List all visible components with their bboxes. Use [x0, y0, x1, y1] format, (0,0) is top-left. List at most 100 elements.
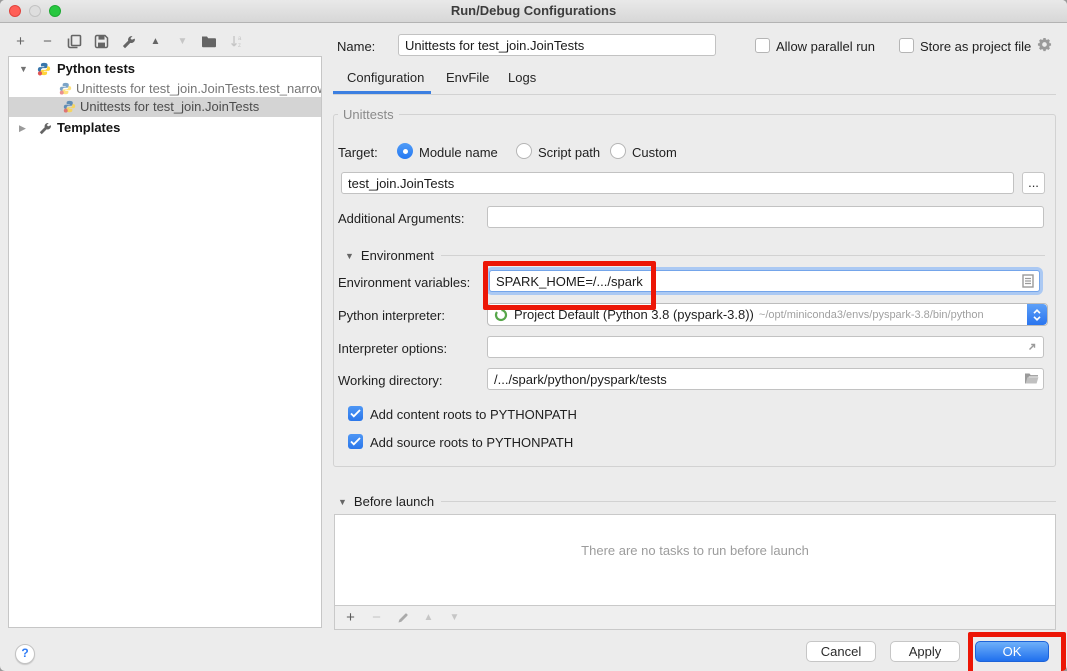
- svg-text:z: z: [238, 43, 241, 49]
- collapse-arrow-icon: ▼: [345, 251, 354, 261]
- radio-custom[interactable]: [610, 143, 626, 159]
- python-tests-icon: [37, 62, 51, 76]
- configurations-tree: ▼ Python tests Unittests for test_join.J…: [8, 56, 322, 628]
- title-bar: Run/Debug Configurations: [0, 0, 1067, 23]
- list-variables-icon[interactable]: [1022, 274, 1034, 288]
- minus-icon: −: [43, 33, 52, 50]
- move-down-icon: ▼: [450, 612, 460, 623]
- new-folder-button[interactable]: [201, 33, 218, 50]
- tree-item-python-tests[interactable]: ▼ Python tests: [9, 59, 321, 79]
- copy-icon: [67, 34, 82, 49]
- wrench-icon: [121, 34, 136, 49]
- add-source-roots-checkbox[interactable]: [348, 434, 363, 449]
- module-name-input[interactable]: [341, 172, 1014, 194]
- add-content-roots-label: Add content roots to PYTHONPATH: [370, 407, 577, 422]
- add-task-button[interactable]: +: [342, 609, 359, 626]
- working-directory-label: Working directory:: [338, 373, 443, 388]
- collapse-arrow-icon: ▼: [338, 497, 347, 507]
- tree-item-label: Templates: [57, 118, 120, 138]
- section-divider: [441, 255, 1045, 256]
- gear-icon[interactable]: [1037, 37, 1052, 52]
- add-content-roots-checkbox[interactable]: [348, 406, 363, 421]
- radio-module-name-label: Module name: [419, 145, 498, 160]
- tab-logs[interactable]: Logs: [508, 70, 536, 85]
- before-launch-empty-text: There are no tasks to run before launch: [334, 543, 1056, 558]
- move-task-up-button: ▲: [420, 609, 437, 626]
- conda-env-icon: [494, 308, 508, 322]
- plus-icon: +: [16, 33, 25, 50]
- before-launch-header-label: Before launch: [354, 494, 434, 509]
- pencil-icon: [397, 612, 409, 624]
- environment-variables-label: Environment variables:: [338, 275, 470, 290]
- radio-script-path[interactable]: [516, 143, 532, 159]
- expand-field-icon[interactable]: [1026, 341, 1038, 353]
- tree-item-test-narrow[interactable]: Unittests for test_join.JoinTests.test_n…: [9, 79, 321, 99]
- new-folder-icon: [201, 34, 218, 49]
- remove-configuration-button[interactable]: −: [39, 33, 56, 50]
- collapse-arrow-icon[interactable]: ▼: [19, 59, 28, 79]
- window-title: Run/Debug Configurations: [0, 3, 1067, 18]
- before-launch-section-header[interactable]: ▼ Before launch: [338, 494, 1056, 509]
- combo-stepper-icon[interactable]: [1027, 304, 1047, 325]
- before-launch-task-list[interactable]: [334, 514, 1056, 606]
- python-interpreter-value: Project Default (Python 3.8 (pyspark-3.8…: [514, 307, 754, 322]
- cancel-button[interactable]: Cancel: [806, 641, 876, 662]
- ok-button[interactable]: OK: [975, 641, 1049, 662]
- tree-item-templates[interactable]: ▶ Templates: [9, 118, 321, 138]
- tree-item-label: Unittests for test_join.JoinTests.test_n…: [76, 79, 321, 99]
- python-interpreter-path: ~/opt/miniconda3/envs/pyspark-3.8/bin/py…: [759, 309, 984, 321]
- environment-header-label: Environment: [361, 248, 434, 263]
- tree-item-label: Unittests for test_join.JoinTests: [80, 97, 259, 117]
- store-as-project-file-label: Store as project file: [920, 39, 1031, 54]
- folder-icon[interactable]: [1024, 372, 1039, 385]
- apply-button[interactable]: Apply: [890, 641, 960, 662]
- name-label: Name:: [337, 39, 375, 54]
- move-up-icon: ▲: [424, 612, 434, 623]
- sort-configurations-button: az: [228, 33, 245, 50]
- add-configuration-button[interactable]: +: [12, 33, 29, 50]
- templates-wrench-icon: [38, 121, 52, 135]
- radio-custom-label: Custom: [632, 145, 677, 160]
- working-directory-input[interactable]: [487, 368, 1044, 390]
- tree-item-label: Python tests: [57, 59, 135, 79]
- save-icon: [94, 34, 109, 49]
- remove-task-button: −: [368, 609, 385, 626]
- run-debug-configurations-dialog: Run/Debug Configurations + − ▲ ▼ az ▼ Py…: [0, 0, 1067, 671]
- browse-module-button[interactable]: ...: [1022, 172, 1045, 194]
- edit-templates-button[interactable]: [120, 33, 137, 50]
- svg-text:a: a: [238, 36, 242, 42]
- tree-item-jointests-selected[interactable]: Unittests for test_join.JoinTests: [9, 97, 321, 117]
- allow-parallel-run-checkbox[interactable]: [755, 38, 770, 53]
- python-test-config-icon: [59, 82, 72, 95]
- additional-arguments-input[interactable]: [487, 206, 1044, 228]
- interpreter-options-label: Interpreter options:: [338, 341, 447, 356]
- additional-arguments-label: Additional Arguments:: [338, 211, 464, 226]
- move-down-button: ▼: [174, 33, 191, 50]
- python-test-config-icon: [63, 100, 76, 113]
- tab-envfile[interactable]: EnvFile: [446, 70, 489, 85]
- help-button[interactable]: ?: [15, 644, 35, 664]
- environment-section-header[interactable]: ▼ Environment: [345, 248, 1045, 263]
- python-interpreter-label: Python interpreter:: [338, 308, 445, 323]
- target-label: Target:: [338, 145, 378, 160]
- move-task-down-button: ▼: [446, 609, 463, 626]
- interpreter-options-input[interactable]: [487, 336, 1044, 358]
- store-as-project-file-checkbox[interactable]: [899, 38, 914, 53]
- tab-separator: [333, 94, 1056, 95]
- python-interpreter-select[interactable]: Project Default (Python 3.8 (pyspark-3.8…: [487, 303, 1048, 326]
- save-configuration-button[interactable]: [93, 33, 110, 50]
- move-up-button[interactable]: ▲: [147, 33, 164, 50]
- move-down-icon: ▼: [178, 36, 188, 47]
- environment-variables-input[interactable]: [489, 270, 1040, 292]
- minus-icon: −: [372, 609, 381, 626]
- tab-configuration[interactable]: Configuration: [347, 70, 424, 85]
- unittests-group-title: Unittests: [338, 107, 399, 122]
- edit-task-button: [394, 609, 411, 626]
- expand-arrow-icon[interactable]: ▶: [19, 118, 26, 138]
- allow-parallel-run-label: Allow parallel run: [776, 39, 875, 54]
- move-up-icon: ▲: [151, 36, 161, 47]
- name-input[interactable]: [398, 34, 716, 56]
- section-divider: [441, 501, 1056, 502]
- radio-module-name[interactable]: [397, 143, 413, 159]
- copy-configuration-button[interactable]: [66, 33, 83, 50]
